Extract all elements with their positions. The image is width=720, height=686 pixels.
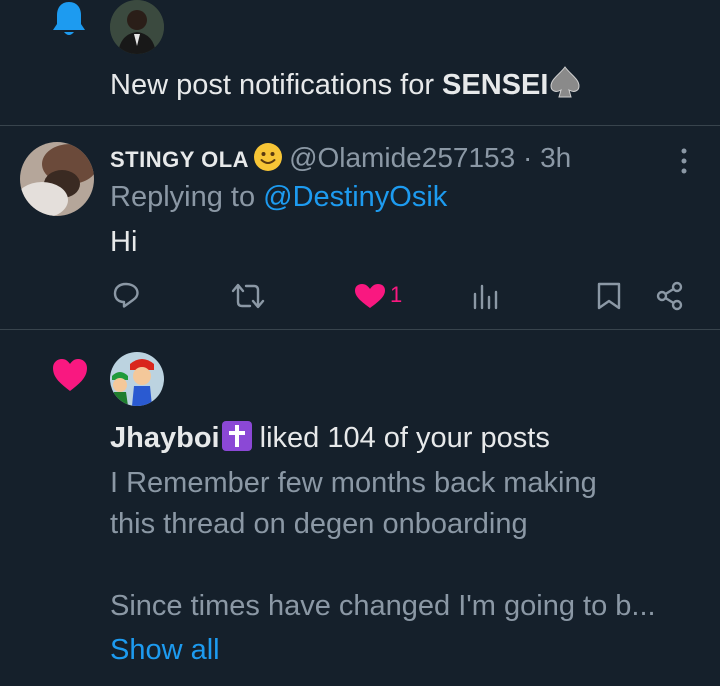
preview-line: I Remember few months back making <box>110 467 597 499</box>
like-count: 1 <box>390 282 403 307</box>
like-notification-text: Jhayboi liked 104 of your posts <box>110 418 550 458</box>
bookmark-icon[interactable] <box>596 281 622 311</box>
jhayboi-name[interactable]: Jhayboi <box>110 422 220 454</box>
reply-author-avatar[interactable] <box>20 142 94 216</box>
reply-body: Hi <box>110 226 138 258</box>
spade-icon <box>550 66 580 98</box>
notification-user-name[interactable]: SENSEI <box>442 69 548 101</box>
heart-icon <box>53 359 87 391</box>
views-icon[interactable] <box>472 282 500 310</box>
like-heart-icon[interactable] <box>354 283 386 309</box>
separator-dot: · <box>522 142 533 173</box>
notification-text: New post notifications for SENSEI <box>110 64 582 105</box>
share-icon[interactable] <box>655 281 685 311</box>
preview-line-blank <box>110 545 710 586</box>
repost-icon[interactable] <box>230 282 266 310</box>
more-options-icon[interactable] <box>674 146 694 176</box>
replying-to: Replying to @DestinyOsik <box>110 178 447 216</box>
reply-header: STINGY OLA @Olamide257153 · 3h <box>110 140 571 178</box>
replying-prefix: Replying to <box>110 181 264 213</box>
reply-author-name[interactable]: STINGY OLA <box>110 147 249 172</box>
reply-icon[interactable] <box>112 281 140 309</box>
latin-cross-icon <box>221 421 252 451</box>
sensei-avatar[interactable] <box>110 0 164 54</box>
bell-icon <box>53 2 85 35</box>
reply-author-handle[interactable]: @Olamide257153 <box>289 142 515 173</box>
replying-handle-link[interactable]: @DestinyOsik <box>263 181 447 213</box>
divider <box>0 125 720 126</box>
notification-prefix: New post notifications for <box>110 69 443 101</box>
preview-line: Since times have changed I'm going to b.… <box>110 590 656 622</box>
like-action-text: liked 104 of your posts <box>251 422 550 454</box>
show-all-link[interactable]: Show all <box>110 630 220 670</box>
jhayboi-avatar[interactable] <box>110 352 164 406</box>
post-preview[interactable]: I Remember few months back making this t… <box>110 463 710 627</box>
reply-timestamp[interactable]: 3h <box>540 142 571 173</box>
divider <box>0 329 720 330</box>
preview-line: this thread on degen onboarding <box>110 508 528 540</box>
smiley-icon <box>254 143 283 171</box>
